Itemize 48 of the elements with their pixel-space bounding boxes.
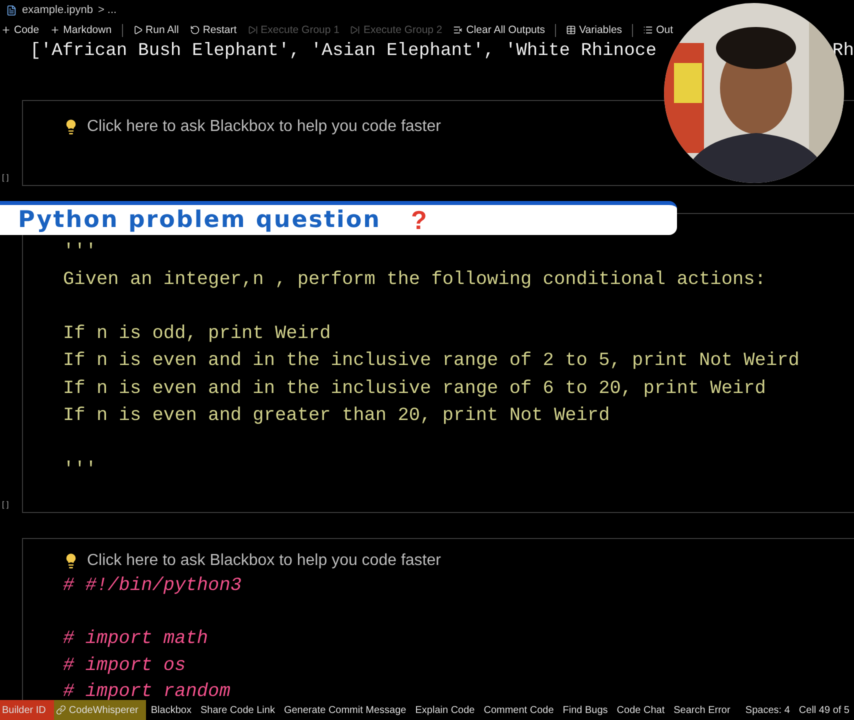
- status-item[interactable]: Generate Commit Message: [279, 700, 411, 720]
- execution-count: [ ]: [1, 500, 10, 511]
- toolbar-button[interactable]: Markdown: [49, 24, 113, 36]
- toolbar-button[interactable]: Code: [0, 24, 40, 36]
- output-text: ['African Bush Elephant', 'Asian Elephant', 'White Rhinoce: [30, 41, 657, 61]
- question-mark: ?: [411, 204, 427, 236]
- status-item[interactable]: Builder ID: [0, 700, 54, 720]
- breadcrumb-more[interactable]: > ...: [98, 4, 117, 16]
- banner-title: Python problem question: [18, 207, 382, 233]
- breadcrumb-file[interactable]: example.ipynb: [22, 4, 93, 16]
- toolbar-button[interactable]: Clear All Outputs: [452, 24, 546, 36]
- code-line: If n is even and greater than 20, print Not Weird: [63, 404, 611, 428]
- status-item[interactable]: Cell 49 of 5: [794, 700, 854, 720]
- toolbar-button[interactable]: Restart: [188, 24, 238, 36]
- skip-icon: [350, 25, 360, 35]
- code-line: # import math: [63, 627, 210, 651]
- list-icon: [643, 25, 654, 35]
- code-line: If n is even and in the inclusive range of 6 to 20, print Weird: [63, 376, 767, 400]
- toolbar-button[interactable]: Variables: [565, 24, 624, 36]
- status-item[interactable]: Find Bugs: [558, 700, 612, 720]
- code-line: If n is even and in the inclusive range of 2 to 5, print Not Weird: [63, 349, 800, 373]
- code-line: If n is odd, print Weird: [63, 322, 332, 346]
- code-line: ''': [63, 458, 98, 482]
- plus-icon: [1, 25, 11, 35]
- status-item[interactable]: Spaces: 4: [740, 700, 794, 720]
- link-icon: [56, 705, 66, 715]
- clear-list-icon: [453, 25, 464, 35]
- toolbar-button[interactable]: Run All: [132, 24, 180, 36]
- status-item[interactable]: Comment Code: [479, 700, 558, 720]
- skip-icon: [248, 25, 258, 35]
- play-icon: [132, 25, 143, 35]
- restart-icon: [190, 25, 200, 35]
- code-line: # #!/bin/python3: [63, 574, 243, 598]
- status-item[interactable]: CodeWhisperer: [54, 700, 146, 720]
- blackbox-hint[interactable]: Click here to ask Blackbox to help you code faster: [87, 552, 441, 570]
- toolbar-button[interactable]: Out: [642, 24, 674, 36]
- code-line: ''': [63, 240, 98, 264]
- status-item[interactable]: Explain Code: [410, 700, 480, 720]
- blackbox-hint[interactable]: Click here to ask Blackbox to help you code faster: [87, 118, 441, 136]
- plus-icon: [50, 25, 60, 35]
- status-item[interactable]: Search Error: [669, 700, 735, 720]
- notebook-icon: [6, 4, 17, 16]
- status-item[interactable]: Code Chat: [612, 700, 670, 720]
- code-line: Given an integer,n , perform the following conditional actions:: [63, 268, 767, 292]
- code-line: # import os: [63, 654, 187, 678]
- table-icon: [566, 25, 576, 35]
- output-text: Rh: [832, 41, 854, 61]
- execution-count: [ ]: [1, 173, 10, 184]
